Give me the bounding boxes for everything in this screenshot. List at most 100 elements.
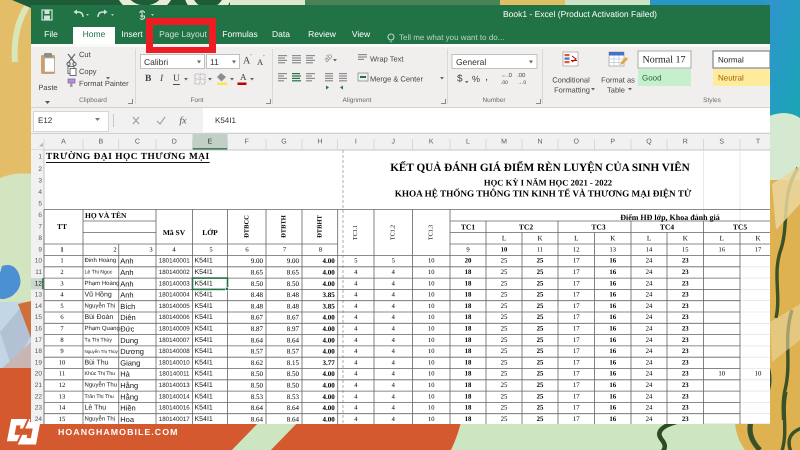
svg-text:180140009: 180140009 xyxy=(159,325,191,332)
svg-text:180140002: 180140002 xyxy=(159,269,191,276)
svg-text:16: 16 xyxy=(609,269,616,276)
svg-text:16: 16 xyxy=(609,337,616,344)
svg-text:25: 25 xyxy=(501,371,508,378)
svg-text:P: P xyxy=(610,139,615,146)
svg-text:24: 24 xyxy=(646,348,653,355)
svg-text:24: 24 xyxy=(646,359,653,366)
svg-text:10: 10 xyxy=(755,371,762,378)
svg-text:3.85: 3.85 xyxy=(322,291,335,299)
svg-text:Vũ Hồng: Vũ Hồng xyxy=(85,291,112,299)
svg-text:5: 5 xyxy=(38,200,42,207)
svg-text:Wrap Text: Wrap Text xyxy=(370,55,404,64)
svg-text:Anh: Anh xyxy=(120,291,133,300)
svg-text:9: 9 xyxy=(466,247,469,254)
svg-text:15: 15 xyxy=(682,247,689,254)
svg-text:10: 10 xyxy=(428,405,435,412)
svg-text:12: 12 xyxy=(35,280,43,287)
svg-text:8.50: 8.50 xyxy=(251,381,264,389)
svg-text:12: 12 xyxy=(59,382,66,389)
svg-text:K54I1: K54I1 xyxy=(195,359,213,366)
svg-text:8.48: 8.48 xyxy=(287,291,300,299)
svg-text:Phạm Hoàng: Phạm Hoàng xyxy=(85,280,120,287)
svg-text:16: 16 xyxy=(719,247,726,254)
svg-text:12: 12 xyxy=(573,247,580,254)
svg-text:8.50: 8.50 xyxy=(251,370,264,378)
svg-text:25: 25 xyxy=(537,337,544,344)
svg-text:K54I1: K54I1 xyxy=(195,303,213,310)
svg-text:8.50: 8.50 xyxy=(287,280,300,288)
svg-text:17: 17 xyxy=(573,292,580,299)
svg-text:F: F xyxy=(245,139,249,146)
svg-text:25: 25 xyxy=(537,314,544,321)
svg-text:25: 25 xyxy=(501,303,508,310)
svg-text:8: 8 xyxy=(38,235,42,242)
svg-text:ĐTBHT: ĐTBHT xyxy=(316,214,323,237)
svg-text:18: 18 xyxy=(465,405,472,412)
svg-text:K54I1: K54I1 xyxy=(195,405,213,412)
svg-text:E: E xyxy=(208,139,213,146)
svg-text:4.00: 4.00 xyxy=(322,257,335,265)
svg-text:TC1: TC1 xyxy=(461,223,475,232)
svg-text:U: U xyxy=(173,74,180,84)
svg-text:Lê Thu: Lê Thu xyxy=(85,404,107,412)
svg-text:10: 10 xyxy=(428,280,435,287)
svg-text:Normal: Normal xyxy=(718,56,744,65)
svg-text:24: 24 xyxy=(646,325,653,332)
svg-text:18: 18 xyxy=(465,269,472,276)
svg-text:L: L xyxy=(466,139,470,146)
svg-text:23: 23 xyxy=(682,314,689,321)
svg-text:2: 2 xyxy=(113,247,116,254)
svg-text:Anh: Anh xyxy=(120,268,133,277)
svg-text:23: 23 xyxy=(682,292,689,299)
svg-text:Hằng: Hằng xyxy=(120,392,138,401)
svg-text:16: 16 xyxy=(609,393,616,400)
svg-text:KẾT QUẢ ĐÁNH GIÁ ĐIỂM RÈN LUYỆ: KẾT QUẢ ĐÁNH GIÁ ĐIỂM RÈN LUYỆN CỦA SINH… xyxy=(390,161,690,174)
svg-text:HỌ VÀ TÊN: HỌ VÀ TÊN xyxy=(85,211,127,220)
svg-text:ab: ab xyxy=(322,51,335,64)
svg-text:8.50: 8.50 xyxy=(287,381,300,389)
svg-text:3: 3 xyxy=(149,247,152,254)
svg-text:16: 16 xyxy=(609,348,616,355)
svg-text:TC4: TC4 xyxy=(660,223,674,232)
svg-text:18: 18 xyxy=(465,337,472,344)
svg-text:K54I1: K54I1 xyxy=(195,393,213,400)
svg-text:16: 16 xyxy=(609,359,616,366)
svg-text:25: 25 xyxy=(537,292,544,299)
svg-text:O: O xyxy=(574,139,580,146)
svg-text:10: 10 xyxy=(59,359,66,366)
svg-text:Khúc Thị Thu: Khúc Thị Thu xyxy=(85,371,116,377)
svg-text:23: 23 xyxy=(682,393,689,400)
svg-text:4.00: 4.00 xyxy=(322,415,335,423)
svg-text:11: 11 xyxy=(35,269,42,276)
svg-text:8.87: 8.87 xyxy=(251,325,264,333)
svg-text:4.00: 4.00 xyxy=(322,280,335,288)
svg-text:25: 25 xyxy=(501,258,508,265)
svg-text:18: 18 xyxy=(465,382,472,389)
svg-text:19: 19 xyxy=(35,359,43,366)
svg-text:T: T xyxy=(756,139,761,146)
svg-text:25: 25 xyxy=(501,416,508,423)
svg-text:10: 10 xyxy=(428,393,435,400)
svg-text:4.00: 4.00 xyxy=(322,381,335,389)
svg-text:18: 18 xyxy=(465,325,472,332)
svg-text:180140011: 180140011 xyxy=(159,371,190,378)
svg-text:L: L xyxy=(574,235,578,243)
svg-text:10: 10 xyxy=(428,292,435,299)
svg-text:Table: Table xyxy=(607,86,625,95)
svg-text:Tạ Thị Thùy: Tạ Thị Thùy xyxy=(85,337,113,343)
svg-text:3: 3 xyxy=(38,177,42,184)
svg-text:R: R xyxy=(683,139,688,146)
svg-text:10: 10 xyxy=(428,337,435,344)
svg-text:16: 16 xyxy=(609,416,616,423)
svg-text:25: 25 xyxy=(501,269,508,276)
svg-text:8.65: 8.65 xyxy=(251,268,264,276)
svg-text:13: 13 xyxy=(610,247,617,254)
svg-text:11: 11 xyxy=(537,247,543,254)
svg-text:17: 17 xyxy=(573,371,580,378)
svg-text:Dung: Dung xyxy=(120,336,138,345)
svg-text:Đinh Hoàng: Đinh Hoàng xyxy=(85,257,117,264)
svg-text:17: 17 xyxy=(573,348,580,355)
svg-text:180140005: 180140005 xyxy=(159,303,191,310)
svg-text:24: 24 xyxy=(646,371,653,378)
svg-text:I: I xyxy=(159,74,164,84)
